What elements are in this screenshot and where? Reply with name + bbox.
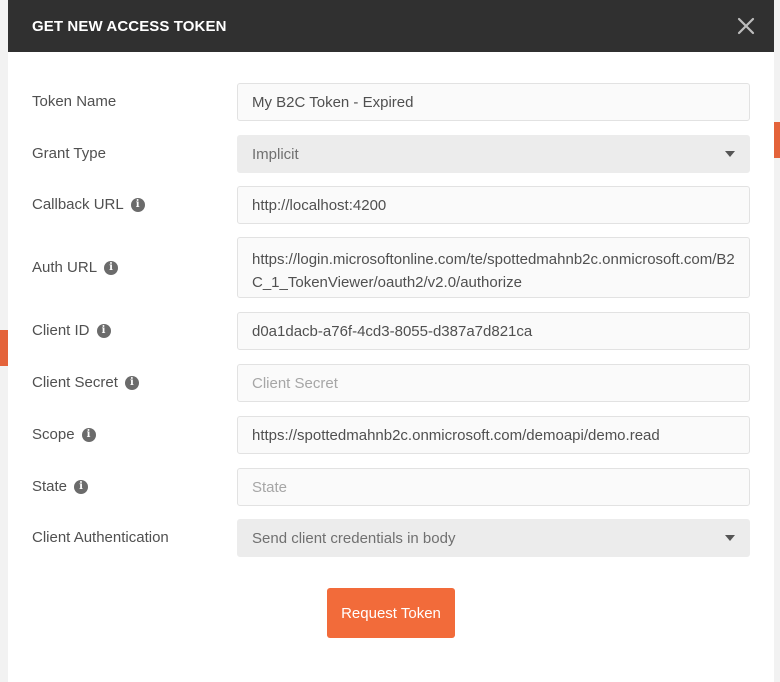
client-id-label: Client ID i — [32, 322, 111, 339]
client-secret-input[interactable]: Client Secret — [237, 364, 750, 402]
chevron-down-icon — [725, 535, 735, 541]
close-button[interactable] — [732, 12, 760, 40]
grant-type-value: Implicit — [252, 145, 299, 163]
info-icon[interactable]: i — [130, 197, 145, 212]
info-icon[interactable]: i — [124, 375, 139, 390]
access-token-dialog: GET NEW ACCESS TOKEN Token Name My B2C T… — [8, 0, 774, 682]
chevron-down-icon — [725, 151, 735, 157]
callback-url-label: Callback URL i — [32, 196, 145, 213]
state-input[interactable]: State — [237, 468, 750, 506]
client-secret-label: Client Secret i — [32, 374, 139, 391]
background-accent — [0, 330, 8, 366]
state-label: State i — [32, 478, 89, 495]
client-authentication-select[interactable]: Send client credentials in body — [237, 519, 750, 557]
close-icon — [737, 17, 755, 35]
client-authentication-value: Send client credentials in body — [252, 529, 456, 547]
dialog-header: GET NEW ACCESS TOKEN — [8, 0, 774, 52]
grant-type-select[interactable]: Implicit — [237, 135, 750, 173]
info-icon[interactable]: i — [96, 323, 111, 338]
info-icon[interactable]: i — [104, 260, 119, 275]
scope-input[interactable]: https://spottedmahnb2c.onmicrosoft.com/d… — [237, 416, 750, 454]
client-authentication-label: Client Authentication — [32, 529, 169, 546]
auth-url-label: Auth URL i — [32, 259, 119, 276]
request-token-button[interactable]: Request Token — [327, 588, 455, 638]
info-icon[interactable]: i — [74, 479, 89, 494]
info-icon[interactable]: i — [81, 427, 96, 442]
callback-url-input[interactable]: http://localhost:4200 — [237, 186, 750, 224]
background-app-left — [0, 0, 8, 682]
grant-type-label: Grant Type — [32, 145, 106, 162]
token-name-label: Token Name — [32, 93, 117, 110]
client-id-input[interactable]: d0a1dacb-a76f-4cd3-8055-d387a7d821ca — [237, 312, 750, 350]
token-name-input[interactable]: My B2C Token - Expired — [237, 83, 750, 121]
dialog-title: GET NEW ACCESS TOKEN — [32, 17, 227, 35]
auth-url-input[interactable]: https://login.microsoftonline.com/te/spo… — [237, 237, 750, 298]
scope-label: Scope i — [32, 426, 96, 443]
